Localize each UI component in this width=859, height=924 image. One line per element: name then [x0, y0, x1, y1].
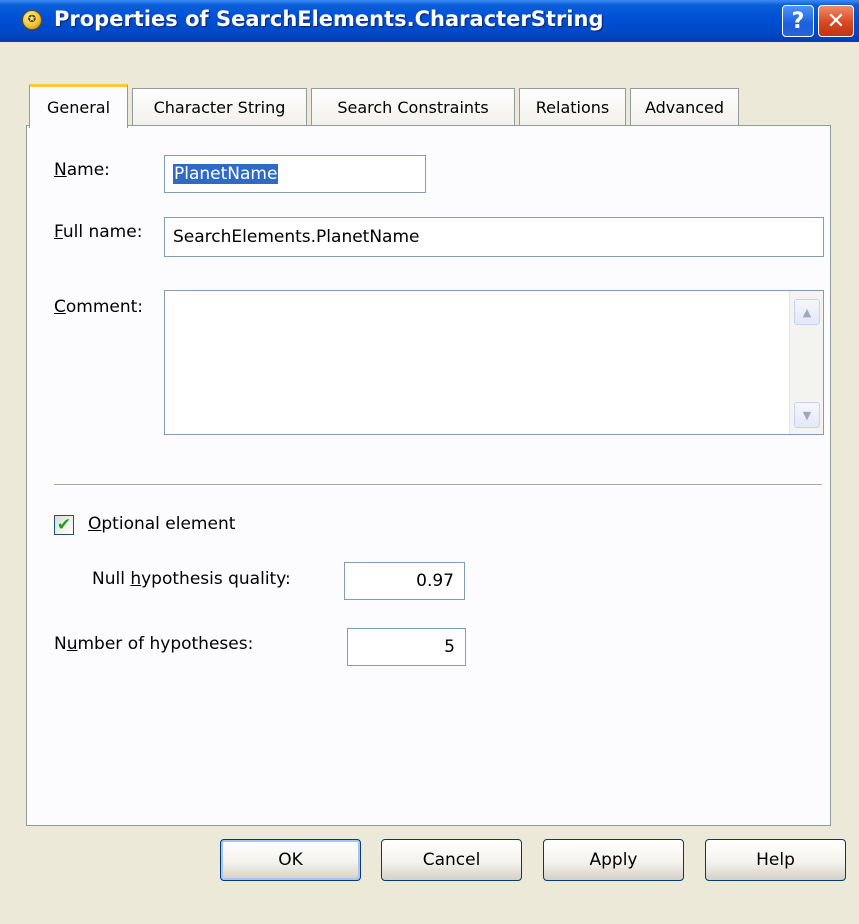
accel-key: N	[54, 160, 67, 180]
label-text: ame:	[66, 160, 110, 180]
separator	[54, 484, 822, 486]
accel-key: O	[88, 514, 102, 534]
tab-label: General	[46, 98, 111, 117]
label-text: N	[54, 634, 67, 654]
tab-label: Advanced	[644, 98, 725, 117]
null-hypothesis-value: 0.97	[416, 571, 454, 591]
accel-key: F	[54, 222, 63, 242]
tab-relations[interactable]: Relations	[519, 88, 626, 126]
tab-search-constraints[interactable]: Search Constraints	[311, 88, 515, 126]
number-of-hypotheses-field[interactable]: 5	[347, 628, 466, 666]
tab-label: Relations	[535, 98, 610, 117]
app-icon: ✪	[22, 10, 42, 30]
accel-key: h	[130, 569, 142, 589]
accel-key: u	[66, 634, 78, 654]
name-field[interactable]: PlanetName	[164, 155, 426, 193]
comment-scrollbar[interactable]: ▲ ▼	[789, 291, 823, 434]
fullname-field[interactable]: SearchElements.PlanetName	[164, 217, 824, 257]
comment-label: Comment:	[54, 297, 143, 317]
checkmark-icon: ✔	[56, 515, 72, 535]
accel-key: C	[54, 297, 66, 317]
help-icon[interactable]: ?	[782, 5, 814, 37]
button-label: Help	[756, 850, 795, 870]
optional-element-checkbox[interactable]: ✔	[54, 515, 74, 535]
number-of-hypotheses-value: 5	[444, 637, 455, 657]
name-label: Name:	[54, 160, 110, 180]
label-text: mber of hypotheses:	[77, 634, 254, 654]
label-text: omment:	[65, 297, 144, 317]
fullname-label: Full name:	[54, 222, 142, 242]
label-text: ypothesis quality:	[141, 569, 291, 589]
close-icon[interactable]: ✕	[818, 5, 854, 37]
null-hypothesis-label: Null hypothesis quality:	[92, 569, 291, 589]
apply-button[interactable]: Apply	[543, 839, 684, 881]
optional-element-label[interactable]: Optional element	[88, 514, 235, 534]
ok-button[interactable]: OK	[220, 839, 361, 881]
cancel-button[interactable]: Cancel	[381, 839, 522, 881]
label-text: Null	[92, 569, 131, 589]
tab-advanced[interactable]: Advanced	[630, 88, 739, 126]
button-label: OK	[278, 850, 303, 870]
number-of-hypotheses-label: Number of hypotheses:	[54, 634, 253, 654]
label-text: ptional element	[101, 514, 236, 534]
tab-character-string[interactable]: Character String	[132, 88, 307, 126]
button-label: Apply	[589, 850, 638, 870]
scroll-down-icon[interactable]: ▼	[794, 402, 820, 428]
help-button[interactable]: Help	[705, 839, 846, 881]
tab-label: Search Constraints	[337, 98, 489, 117]
tab-label: Character String	[153, 98, 286, 117]
window-title: Properties of SearchElements.CharacterSt…	[54, 7, 604, 31]
title-bar[interactable]: ✪ Properties of SearchElements.Character…	[0, 0, 859, 42]
comment-textarea[interactable]: ▲ ▼	[164, 290, 824, 435]
tab-general[interactable]: General	[29, 84, 128, 128]
button-label: Cancel	[422, 850, 481, 870]
null-hypothesis-field[interactable]: 0.97	[344, 562, 465, 600]
name-value: PlanetName	[173, 164, 279, 184]
scroll-up-icon[interactable]: ▲	[794, 299, 820, 325]
label-text: ull name:	[62, 222, 143, 242]
fullname-value: SearchElements.PlanetName	[173, 227, 420, 247]
